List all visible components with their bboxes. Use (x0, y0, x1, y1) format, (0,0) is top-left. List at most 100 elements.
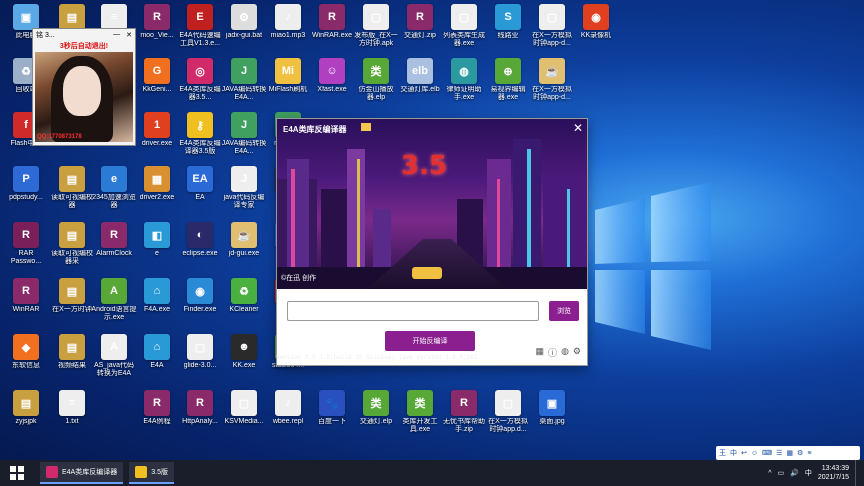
ime-item[interactable]: ≡ (807, 450, 811, 457)
desktop-icon[interactable]: ▢ 在X一方模拟时钟app-d... (530, 4, 574, 58)
desktop-icon[interactable]: A AS_java代码转换为E4A (92, 334, 136, 388)
desktop-icon[interactable]: ♪ miao1.mp3 (266, 4, 310, 58)
desktop-icon[interactable]: ≡ 1.txt (50, 390, 94, 444)
taskbar-button-35[interactable]: 3.5版 (129, 462, 174, 484)
desktop-icon-label: 发布版_在X一方时钟.apk (354, 32, 398, 47)
desktop-icon[interactable]: ⌂ E4A (135, 334, 179, 388)
desktop-icon[interactable]: ♪ wbee.repl (266, 390, 310, 444)
desktop-icon[interactable]: elb 交通灯库.elb (398, 58, 442, 112)
browse-button[interactable]: 浏览 (549, 301, 579, 321)
desktop-icon[interactable]: S 线路业 (486, 4, 530, 58)
desktop-icon[interactable]: J JAVA编码转换E4A... (222, 112, 266, 166)
desktop-icon[interactable]: ♻ KCleaner (222, 278, 266, 332)
minimize-button[interactable] (361, 123, 371, 131)
close-icon[interactable]: ✕ (126, 31, 132, 39)
desktop-icon[interactable]: 类仿金山播放器.elp (354, 58, 398, 112)
ime-item[interactable]: ⚙ (797, 449, 803, 457)
desktop-icon[interactable]: R WinRAR (4, 278, 48, 332)
show-desktop-button[interactable] (855, 460, 858, 486)
tray-ime-indicator[interactable]: 中 (805, 468, 812, 478)
desktop-icon[interactable]: ▢ glide-3.0... (178, 334, 222, 388)
desktop-icon[interactable]: G KkGeni... (135, 58, 179, 112)
desktop-icon[interactable]: 🐾 百度一下 (310, 390, 354, 444)
desktop-icon[interactable]: R HttpAnaly... (178, 390, 222, 444)
desktop-icon[interactable]: Mi MiFlash刷机 (266, 58, 310, 112)
e4a-decompiler-window[interactable]: E4A类库反编译器 ✕ 3.5 ©在迅 创作 浏览 开始反编译 ▦ ⓘ ◍ ⚙ (276, 118, 588, 366)
ime-toolbar[interactable]: 王中 ↩ ☺ ⌨ ☰ ▦ ⚙ ≡ (716, 446, 860, 460)
desktop-icon[interactable]: ◐ eclipse.exe (178, 222, 222, 276)
desktop-icon[interactable]: ▤ 读取可视编校器采 (50, 222, 94, 276)
desktop-icon[interactable]: 类交通灯.elp (354, 390, 398, 444)
photo-popup-titlebar[interactable]: 铭 3... — ✕ (33, 29, 135, 41)
desktop-icon[interactable]: R 无忧书库帮助手.zip (442, 390, 486, 444)
desktop-icon-image: R (144, 4, 170, 30)
desktop-icon[interactable]: ⚙ jadx-gui.bat (222, 4, 266, 58)
grid-icon[interactable]: ▦ (536, 346, 545, 359)
start-button[interactable] (0, 460, 34, 486)
desktop-icon[interactable]: ◧ e (135, 222, 179, 276)
desktop-icon[interactable]: J JAVA编码转换E4A... (222, 58, 266, 112)
desktop-icon[interactable]: ▢ 发布版_在X一方时钟.apk (354, 4, 398, 58)
ime-item[interactable]: ⌨ (762, 449, 772, 457)
desktop-icon[interactable]: ◉ KK录像机 (574, 4, 618, 58)
clock[interactable]: 13:43:39 2021/7/15 (818, 464, 849, 482)
desktop-icon[interactable]: ▢ KSVMedia... (222, 390, 266, 444)
desktop-icon[interactable]: R RAR Passwo... (4, 222, 48, 276)
desktop-icon[interactable]: Jjava代码反编译专家 (222, 166, 266, 220)
desktop-icon[interactable]: ◉ Finder.exe (178, 278, 222, 332)
file-path-input[interactable] (287, 301, 539, 321)
desktop-icon[interactable]: ◆ 东软信息 (4, 334, 48, 388)
desktop-icon[interactable]: R AlarmClock (92, 222, 136, 276)
desktop-icon[interactable]: ▣ 桌面.jpg (530, 390, 574, 444)
desktop-icon[interactable]: ▤ zyjsjpk (4, 390, 48, 444)
minimize-icon[interactable]: — (113, 31, 120, 39)
ime-item[interactable]: ▦ (786, 449, 793, 457)
ime-item[interactable]: ☰ (776, 449, 782, 457)
desktop-icon[interactable]: ◍ 律师证明助手.exe (442, 58, 486, 112)
desktop-icon[interactable]: R E4A例程 (135, 390, 179, 444)
desktop-icon-image: Mi (275, 58, 301, 84)
ime-item[interactable]: 王 (719, 448, 726, 458)
ime-item[interactable]: 中 (730, 448, 737, 458)
desktop-icon[interactable]: ⌂ F4A.exe (135, 278, 179, 332)
desktop-icon-label: KkGeni... (142, 86, 172, 93)
desktop-icon[interactable]: ▤ 读取可视编校器 (50, 166, 94, 220)
start-decompile-button[interactable]: 开始反编译 (385, 331, 475, 351)
desktop-icon[interactable]: 1 driver.exe (135, 112, 179, 166)
desktop-icon-label: Android语言提示.exe (91, 306, 137, 321)
desktop-icon[interactable]: R WinRAR.exe (310, 4, 354, 58)
desktop-icon[interactable]: ☕ 在X一方模拟时钟app-d... (530, 58, 574, 112)
tray-volume-icon[interactable]: 🔊 (790, 469, 799, 477)
desktop-icon[interactable]: e 2345加速浏览器 (92, 166, 136, 220)
settings-icon[interactable]: ⚙ (573, 346, 581, 359)
desktop-icon[interactable]: ☺ Xfast.exe (310, 58, 354, 112)
desktop-icon[interactable]: ◎ E4A类库反编器3.5... (178, 58, 222, 112)
taskbar-button-decompiler[interactable]: E4A类库反编译器 (40, 462, 124, 484)
desktop-icon[interactable]: ▢ 列表类库生成器.exe (442, 4, 486, 58)
tray-network-icon[interactable]: ▭ (778, 469, 785, 477)
ime-item[interactable]: ↩ (741, 449, 747, 457)
tray-chevron-icon[interactable]: ^ (768, 470, 771, 477)
desktop-icon[interactable]: Ppdpstudy... (4, 166, 48, 220)
desktop-icon[interactable]: ▦ driver2.exe (135, 166, 179, 220)
desktop-icon[interactable]: Rmoo_Vie... (135, 4, 179, 58)
package-icon[interactable]: ◍ (561, 346, 569, 359)
photo-popup-window[interactable]: 铭 3... — ✕ 3秒后自动退出! QQ:1770873178 (32, 28, 136, 146)
desktop-icon[interactable]: ⊕ 易视界编辑器.exe (486, 58, 530, 112)
desktop-icon[interactable]: 类类库开发工具.exe (398, 390, 442, 444)
desktop-icon[interactable]: R 交通灯.zip (398, 4, 442, 58)
desktop-icon[interactable]: ☻ KK.exe (222, 334, 266, 388)
taskbar-button-label: 3.5版 (151, 469, 168, 476)
desktop-icon[interactable]: ⚷ E4A类库反编译器3.5版 (178, 112, 222, 166)
close-button[interactable]: ✕ (573, 121, 583, 135)
ime-item[interactable]: ☺ (751, 450, 758, 457)
desktop-icon[interactable]: ▤ 在X一方时钟 (50, 278, 94, 332)
desktop-icon-label: 交通灯.elp (359, 418, 393, 425)
desktop-icon[interactable]: EA EA (178, 166, 222, 220)
desktop-icon[interactable]: ☕ jd-gui.exe (222, 222, 266, 276)
desktop-icon[interactable]: ▢ 在X一方模拟时钟app.d... (486, 390, 530, 444)
desktop-icon[interactable]: A Android语言提示.exe (91, 278, 137, 332)
desktop-icon[interactable]: E E4A代码速编工具V1.3.e... (178, 4, 222, 58)
info-icon[interactable]: ⓘ (548, 346, 557, 359)
desktop-icon[interactable]: ▤ 视频结果 (50, 334, 94, 388)
